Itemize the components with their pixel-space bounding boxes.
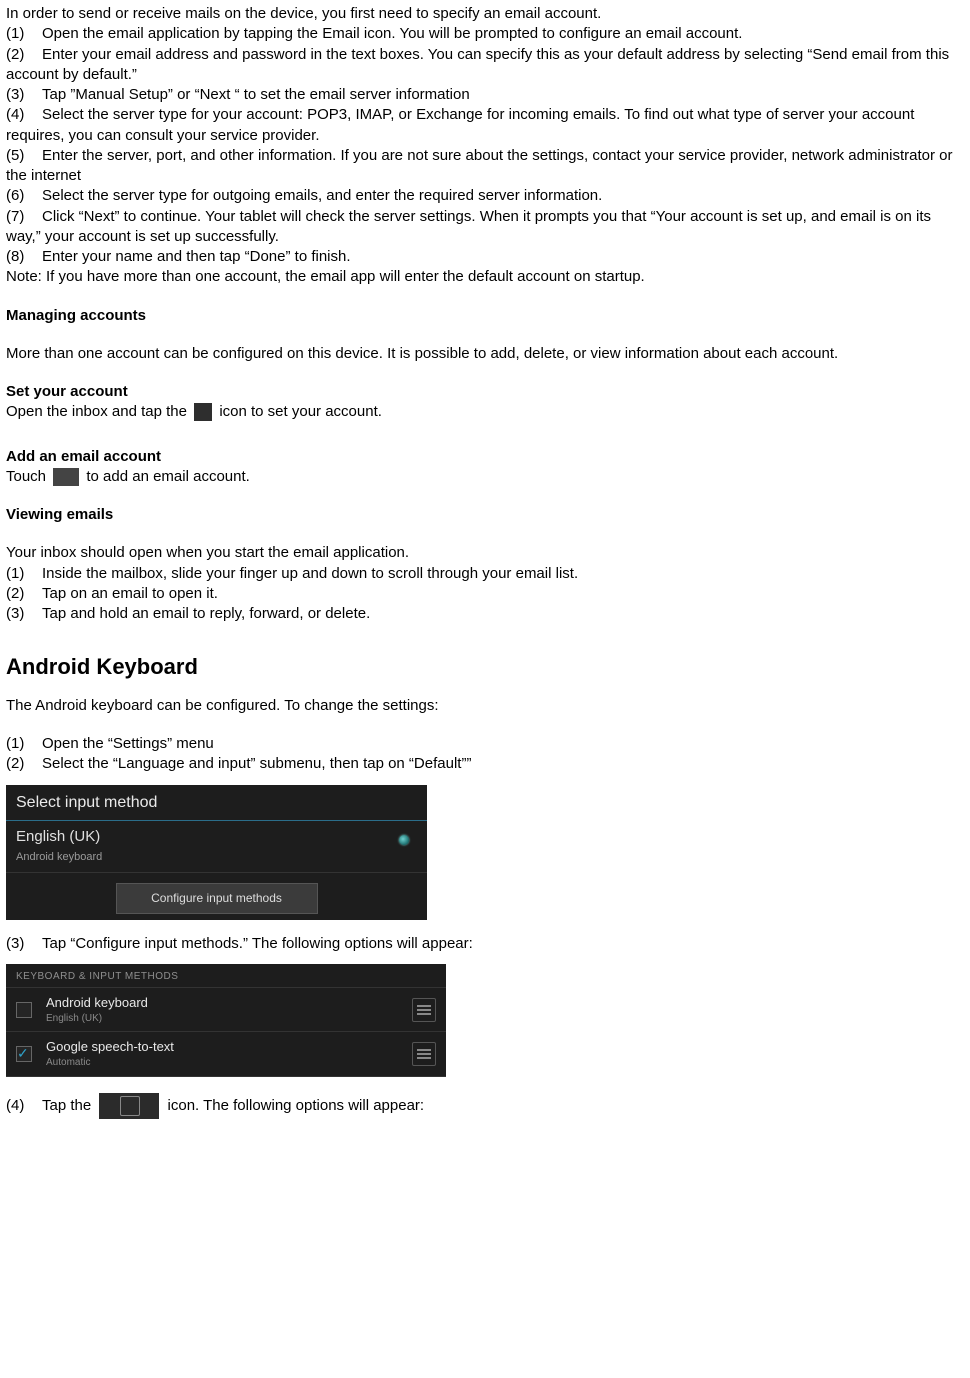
keyboard-intro: The Android keyboard can be configured. … bbox=[6, 696, 964, 716]
configure-input-methods-button[interactable]: Configure input methods bbox=[116, 883, 318, 913]
email-step-3: (3)Tap ”Manual Setup” or “Next “ to set … bbox=[6, 85, 964, 105]
email-step-8: (8)Enter your name and then tap “Done” t… bbox=[6, 247, 964, 267]
row-sub: Automatic bbox=[46, 1056, 404, 1070]
android-keyboard-row[interactable]: Android keyboard English (UK) bbox=[6, 988, 446, 1032]
sliders-icon[interactable] bbox=[412, 1042, 436, 1066]
checkbox-checked-icon[interactable] bbox=[16, 1046, 32, 1062]
android-keyboard-heading: Android Keyboard bbox=[6, 652, 964, 682]
add-account-title: Add an email account bbox=[6, 447, 964, 467]
input-method-option-sub: Android keyboard bbox=[6, 850, 427, 874]
add-account-icon bbox=[53, 468, 79, 486]
checkbox-icon[interactable] bbox=[16, 1002, 32, 1018]
sliders-icon[interactable] bbox=[412, 998, 436, 1022]
view-step-1: (1)Inside the mailbox, slide your finger… bbox=[6, 564, 964, 584]
dialog-title: Select input method bbox=[6, 785, 427, 822]
keyboard-input-methods-screenshot: KEYBOARD & INPUT METHODS Android keyboar… bbox=[6, 964, 446, 1077]
viewing-emails-intro: Your inbox should open when you start th… bbox=[6, 543, 964, 563]
input-method-option[interactable]: English (UK) bbox=[6, 821, 427, 849]
row-sub: English (UK) bbox=[46, 1012, 404, 1026]
managing-accounts-body: More than one account can be configured … bbox=[6, 344, 964, 364]
view-step-3: (3)Tap and hold an email to reply, forwa… bbox=[6, 604, 964, 624]
settings-icon bbox=[194, 403, 212, 421]
select-input-method-screenshot: Select input method English (UK) Android… bbox=[6, 785, 427, 920]
row-title: Google speech-to-text bbox=[46, 1038, 404, 1056]
email-step-4: (4)Select the server type for your accou… bbox=[6, 105, 964, 146]
section-header: KEYBOARD & INPUT METHODS bbox=[6, 964, 446, 989]
radio-selected-icon bbox=[399, 835, 409, 845]
email-step-5: (5)Enter the server, port, and other inf… bbox=[6, 146, 964, 187]
viewing-emails-title: Viewing emails bbox=[6, 505, 964, 525]
kb-step-1: (1)Open the “Settings” menu bbox=[6, 734, 964, 754]
google-speech-row[interactable]: Google speech-to-text Automatic bbox=[6, 1032, 446, 1076]
set-account-line: Open the inbox and tap the icon to set y… bbox=[6, 402, 964, 422]
add-account-line: Touch to add an email account. bbox=[6, 467, 964, 487]
email-step-7: (7)Click “Next” to continue. Your tablet… bbox=[6, 207, 964, 248]
managing-accounts-title: Managing accounts bbox=[6, 306, 964, 326]
kb-step-2: (2)Select the “Language and input” subme… bbox=[6, 754, 964, 774]
kb-step-4: (4)Tap the icon. The following options w… bbox=[6, 1093, 964, 1119]
view-step-2: (2)Tap on an email to open it. bbox=[6, 584, 964, 604]
email-intro: In order to send or receive mails on the… bbox=[6, 4, 964, 24]
email-step-1: (1)Open the email application by tapping… bbox=[6, 24, 964, 44]
set-account-title: Set your account bbox=[6, 382, 964, 402]
kb-step-3: (3)Tap “Configure input methods.” The fo… bbox=[6, 934, 964, 954]
email-step-2: (2)Enter your email address and password… bbox=[6, 45, 964, 86]
sliders-icon bbox=[99, 1093, 159, 1119]
row-title: Android keyboard bbox=[46, 994, 404, 1012]
email-step-6: (6)Select the server type for outgoing e… bbox=[6, 186, 964, 206]
email-note: Note: If you have more than one account,… bbox=[6, 267, 964, 287]
